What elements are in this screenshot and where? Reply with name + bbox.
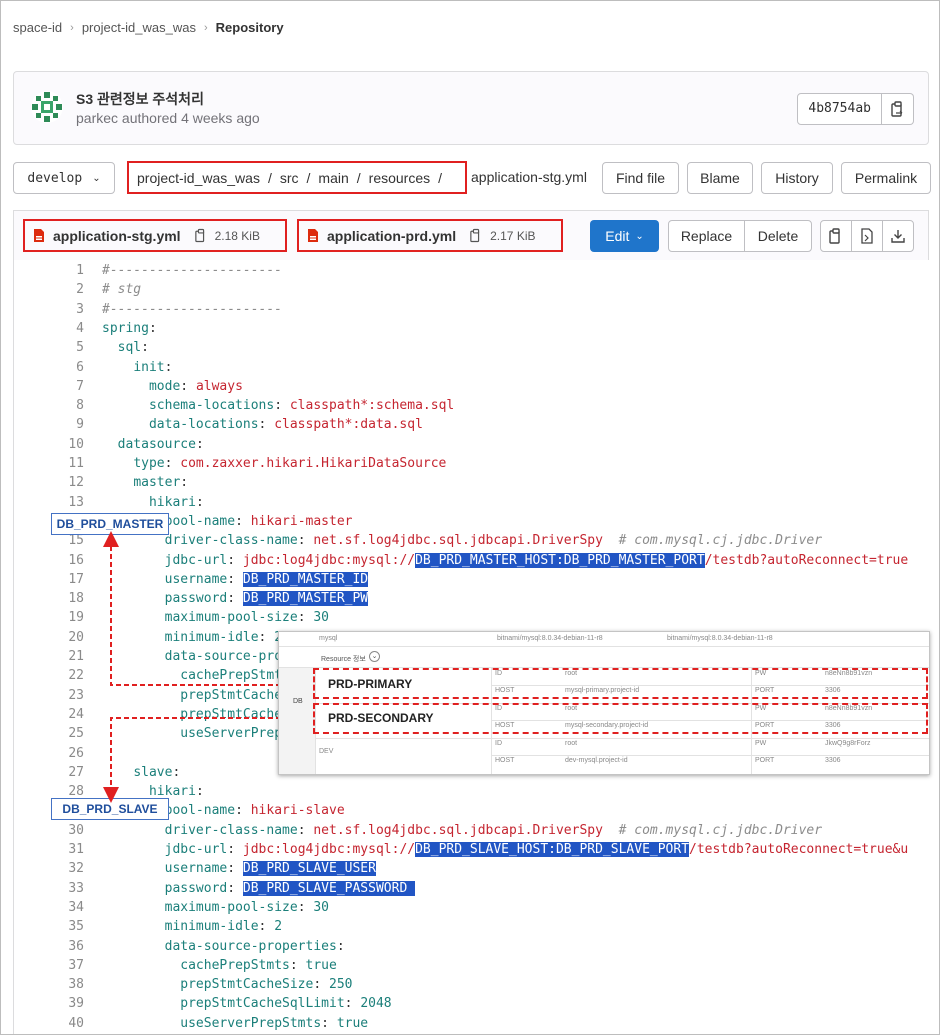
overlay-header-1: mysql bbox=[319, 635, 338, 642]
screenshot-frame: space-id › project-id_was_was › Reposito… bbox=[0, 0, 940, 1035]
overlay-cell: root bbox=[565, 740, 578, 747]
overlay-cell: JkwQ9g8rForz bbox=[825, 740, 871, 747]
primary-label: PRD-PRIMARY bbox=[328, 677, 413, 691]
overlay-cell: HOST bbox=[495, 757, 515, 764]
overlay-cell: PORT bbox=[755, 757, 775, 764]
overlay-cell: ID bbox=[495, 740, 502, 747]
overlay-header-2: bitnami/mysql:8.0.34-debian-11-r8 bbox=[497, 635, 603, 642]
overlay-cell: PW bbox=[755, 740, 767, 747]
overlay-resource-label: Resource 정보 bbox=[321, 656, 366, 663]
secondary-label: PRD-SECONDARY bbox=[328, 711, 434, 725]
overlay-cell: 3306 bbox=[825, 757, 841, 764]
overlay-header-3: bitnami/mysql:8.0.34-debian-11-r8 bbox=[667, 635, 773, 642]
chevron-down-icon[interactable]: ⌄ bbox=[369, 651, 380, 662]
overlay-dev-label: DEV bbox=[319, 748, 334, 755]
overlay-db-label: DB bbox=[293, 698, 303, 705]
connector-lines bbox=[103, 531, 313, 803]
overlay-cell: dev-mysql.project-id bbox=[565, 757, 628, 764]
